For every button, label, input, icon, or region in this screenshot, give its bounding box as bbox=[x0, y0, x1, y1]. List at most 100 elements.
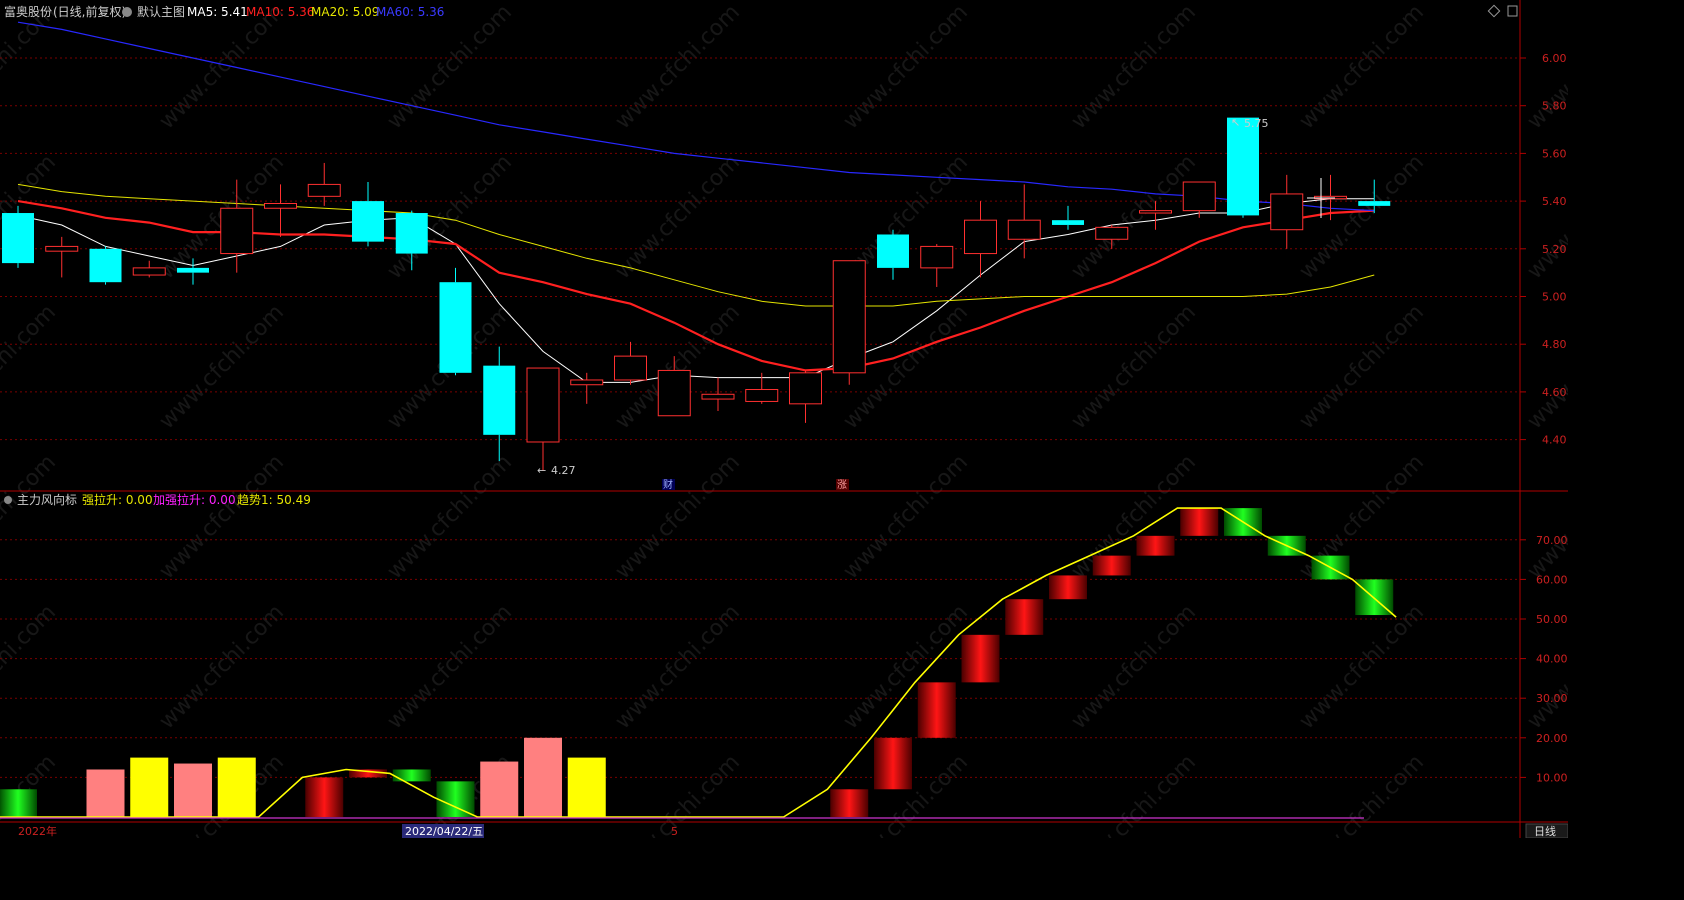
ma10-label: MA10: 5.36 bbox=[246, 5, 314, 19]
y-tick-label: 10.00 bbox=[1536, 771, 1568, 784]
candle[interactable] bbox=[1227, 117, 1259, 218]
watermark-layer: www.cfchi.com www.cfchi.com www.cfchi.com w… bbox=[0, 0, 1568, 838]
indicator-bar-pink[interactable] bbox=[174, 763, 212, 817]
watermark-text: www.cfchi.com bbox=[155, 300, 289, 434]
indicator-bar-red[interactable] bbox=[1092, 555, 1131, 576]
stock-chart[interactable]: www.cfchi.com www.cfchi.com www.cfchi.com w… bbox=[0, 0, 1568, 838]
candle[interactable] bbox=[2, 205, 34, 268]
indicator-bar-pink[interactable] bbox=[524, 737, 562, 817]
indicator-bar-green[interactable] bbox=[0, 789, 37, 817]
watermark-text: www.cfchi.com bbox=[611, 150, 745, 284]
watermark-text: www.cfchi.com bbox=[839, 450, 973, 584]
period-button[interactable]: 日线 bbox=[1534, 824, 1556, 838]
indicator-bar-red[interactable] bbox=[305, 777, 344, 817]
indicator-bar-red[interactable] bbox=[1180, 508, 1219, 536]
trend-label: 趋势1: 50.49 bbox=[237, 493, 311, 507]
candle[interactable] bbox=[1182, 181, 1216, 218]
candle-body-up bbox=[789, 372, 822, 405]
candle[interactable] bbox=[1052, 205, 1084, 230]
y-tick-label: 5.80 bbox=[1542, 100, 1567, 113]
indicator-bar-red[interactable] bbox=[917, 682, 956, 738]
watermark-text: www.cfchi.com bbox=[0, 300, 61, 434]
candle-body-up bbox=[1182, 181, 1216, 212]
high-arrow-icon: ↖ bbox=[1231, 116, 1240, 129]
watermark-text: www.cfchi.com bbox=[839, 0, 973, 134]
low-arrow-icon: ← bbox=[537, 464, 546, 477]
candle[interactable] bbox=[920, 244, 954, 287]
candle-body-up bbox=[1007, 219, 1041, 240]
y-tick-label: 20.00 bbox=[1536, 732, 1568, 745]
indicator-bar-red[interactable] bbox=[874, 737, 912, 790]
accel-pull-label: 加强拉升: 0.00 bbox=[153, 492, 236, 507]
y-tick-label: 5.60 bbox=[1542, 147, 1567, 160]
candle[interactable] bbox=[1007, 184, 1041, 259]
candle[interactable] bbox=[570, 372, 604, 404]
watermark-text: www.cfchi.com bbox=[1067, 300, 1201, 434]
candle-body-down bbox=[177, 267, 209, 273]
strong-pull-label: 强拉升: 0.00 bbox=[82, 492, 153, 507]
main-chart-menu-icon[interactable] bbox=[122, 7, 132, 17]
indicator-bar-yellow[interactable] bbox=[567, 757, 606, 817]
watermark-text: www.cfchi.com bbox=[611, 600, 745, 734]
watermark-text: www.cfchi.com bbox=[1067, 600, 1201, 734]
candle-body-down bbox=[1227, 117, 1259, 216]
candle[interactable] bbox=[526, 367, 560, 471]
candle[interactable] bbox=[1270, 174, 1304, 249]
candle[interactable] bbox=[89, 246, 122, 285]
candle[interactable] bbox=[45, 236, 79, 278]
watermark-text: www.cfchi.com bbox=[155, 450, 289, 584]
candle[interactable] bbox=[789, 370, 822, 423]
limit-up-marker[interactable]: 涨 bbox=[837, 479, 847, 491]
sub-header: 主力风向标 强拉升: 0.00 加强拉升: 0.00 趋势1: 50.49 bbox=[4, 492, 311, 507]
candle[interactable] bbox=[264, 184, 297, 237]
candle-body-down bbox=[1052, 220, 1084, 225]
indicator-bar-red[interactable] bbox=[1136, 535, 1175, 556]
y-tick-label: 40.00 bbox=[1536, 653, 1568, 666]
indicator-bar-red[interactable] bbox=[1005, 599, 1044, 635]
candle[interactable] bbox=[701, 377, 735, 411]
y-tick-label: 6.00 bbox=[1542, 52, 1567, 65]
indicator-bar-yellow[interactable] bbox=[130, 757, 169, 817]
candle[interactable] bbox=[483, 346, 516, 462]
y-tick-label: 4.60 bbox=[1542, 386, 1567, 399]
candle[interactable] bbox=[614, 341, 647, 385]
indicator-name[interactable]: 主力风向标 bbox=[17, 492, 77, 507]
indicator-bar-red[interactable] bbox=[830, 789, 869, 817]
candle-body-up bbox=[1139, 210, 1172, 214]
indicator-bar-red[interactable] bbox=[961, 634, 1000, 683]
year-label: 2022年 bbox=[18, 824, 57, 838]
indicator-bar-pink[interactable] bbox=[480, 761, 519, 817]
candle[interactable] bbox=[439, 267, 472, 376]
watermark-text: www.cfchi.com bbox=[1523, 150, 1568, 284]
watermark-text: www.cfchi.com bbox=[1295, 750, 1429, 838]
candle-body-up bbox=[1270, 193, 1304, 231]
low-price-label: 4.27 bbox=[551, 464, 576, 477]
indicator-menu-icon[interactable] bbox=[4, 496, 12, 504]
indicator-bar-red[interactable] bbox=[1049, 575, 1087, 600]
candle-body-up bbox=[570, 379, 604, 386]
finance-marker[interactable]: 财 bbox=[663, 478, 673, 491]
candle[interactable] bbox=[352, 182, 384, 247]
candle-body-up bbox=[264, 202, 297, 209]
candle[interactable] bbox=[877, 229, 909, 280]
indicator-bar-green[interactable] bbox=[436, 781, 475, 817]
watermark-text: www.cfchi.com bbox=[1295, 0, 1429, 134]
watermark-text: www.cfchi.com bbox=[1295, 600, 1429, 734]
indicator-bar-green[interactable] bbox=[392, 769, 431, 782]
indicator-bar-yellow[interactable] bbox=[217, 757, 256, 817]
main-chart-label[interactable]: 默认主图 bbox=[137, 4, 185, 19]
candle-body-up bbox=[1095, 226, 1129, 240]
watermark-text: www.cfchi.com bbox=[1067, 750, 1201, 838]
watermark-text: www.cfchi.com bbox=[611, 450, 745, 584]
indicator-bar-pink[interactable] bbox=[86, 769, 125, 817]
window-toggle-icon[interactable] bbox=[1507, 5, 1518, 17]
candle-body-down bbox=[352, 201, 384, 242]
watermark-text: www.cfchi.com bbox=[1523, 300, 1568, 434]
cursor-date-label: 2022/04/22/五 bbox=[405, 825, 483, 838]
period-label: (日线,前复权) bbox=[53, 4, 126, 19]
diamond-icon[interactable] bbox=[1487, 4, 1501, 18]
candle[interactable] bbox=[832, 260, 866, 385]
candle-body-up bbox=[832, 260, 866, 374]
y-tick-label: 50.00 bbox=[1536, 613, 1568, 626]
candle[interactable] bbox=[307, 162, 341, 206]
